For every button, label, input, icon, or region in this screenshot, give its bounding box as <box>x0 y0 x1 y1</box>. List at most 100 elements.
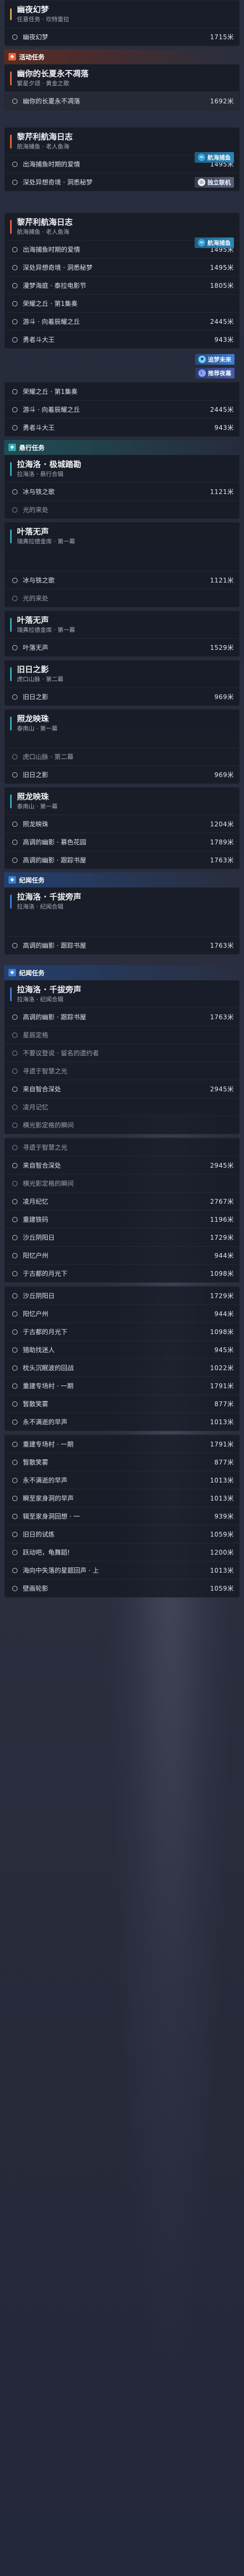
quest-panel-k[interactable]: 拉海洛 · 千拔旁声 拉海洛 · 纪闻合辑 高调的幽影 · 跟踪书屋 1763米 <box>4 887 240 955</box>
quest-step-row[interactable]: 光的来处 <box>5 589 239 607</box>
quest-step-row[interactable]: 永不满逝的早声 1013米 <box>5 1471 239 1489</box>
quest-step-row[interactable]: 壁画轮影 1059米 <box>5 1579 239 1597</box>
quest-panel-header[interactable]: 幽你的长夏永不凋落 繁星夕颂 · 黄金之歌 <box>5 65 239 92</box>
quest-step-row[interactable]: 瞬至家身洞的早声 1013米 <box>5 1489 239 1507</box>
quest-panel-i[interactable]: 照龙映珠 泰南山 · 第一幕 虎口山脉 · 第二幕 旧日之影 969米 <box>4 709 240 784</box>
quest-step-row[interactable]: 猎助找迷人 945米 <box>5 1340 239 1358</box>
quest-panel-m[interactable]: 寻遗于智慧之光 来自智合深处 2945米 横光影定格的瞬间 凌月纪忆 2767米… <box>4 1137 240 1283</box>
quest-step-row[interactable]: 寻遗于智慧之光 <box>5 1062 239 1080</box>
quest-step-row[interactable]: 横光影定格的瞬间 <box>5 1116 239 1134</box>
quest-step-row[interactable]: 来自智合深处 2945米 <box>5 1080 239 1098</box>
fishing-badge[interactable]: ≈ 航海捕鱼 <box>195 152 234 163</box>
quest-step-row[interactable]: 阳忆户州 944米 <box>5 1246 239 1264</box>
quest-step-row[interactable]: 寻遗于智慧之光 <box>5 1138 239 1156</box>
fishing-badge-label: 航海捕鱼 <box>207 240 231 246</box>
quest-step-row[interactable]: 旧日之影 969米 <box>5 765 239 783</box>
quest-step-row[interactable]: 重建专场村 · 一期 1791米 <box>5 1377 239 1395</box>
quest-panel-header[interactable]: 叶落无声 瑞弗拉德金库 · 第一幕 <box>5 523 239 550</box>
fishing-badge[interactable]: ≈ 航海捕鱼 <box>195 237 234 248</box>
step-label: 冰与铁之歌 <box>23 577 55 584</box>
quest-panel-header[interactable]: 照龙映珠 泰南山 · 第一幕 <box>5 710 239 737</box>
quest-panel-header[interactable]: 黎芹利航海日志 航海捕鱼 · 老人鱼海 ≈ 航海捕鱼 <box>5 213 239 248</box>
quest-step-row[interactable]: 暂散笑雾 877米 <box>5 1453 239 1471</box>
recommend-badge[interactable]: ☾ 推荐夜幕 <box>195 368 234 378</box>
quest-step-row[interactable]: 光的来处 <box>5 500 239 518</box>
quest-step-row[interactable]: 重建铁码 1196米 <box>5 1210 239 1228</box>
quest-step-row[interactable]: 星辰定格 <box>5 1026 239 1044</box>
quest-step-row[interactable]: 幽夜幻梦 1715米 <box>5 28 239 46</box>
step-circle-icon <box>12 1293 18 1299</box>
quest-panel-l[interactable]: 拉海洛 · 千拔旁声 拉海洛 · 纪闻合辑 高调的幽影 · 跟踪书屋 1763米… <box>4 980 240 1134</box>
quest-step-row[interactable]: 高调的幽影 · 慕色花园 1789米 <box>5 833 239 851</box>
step-label: 于古都的月光下 <box>23 1328 68 1336</box>
quest-step-row[interactable]: 阳忆户州 944米 <box>5 1304 239 1322</box>
quest-step-row[interactable]: 沙丘阴阳日 1729米 <box>5 1286 239 1304</box>
quest-step-row[interactable]: 海向中失落的星题回声 · 上 1013米 <box>5 1561 239 1579</box>
quest-step-row[interactable]: 凌月记忆 <box>5 1098 239 1116</box>
quest-panel-header[interactable]: 拉海洛 · 极城踏勘 拉海洛 · 悬行合辑 <box>5 455 239 482</box>
quest-step-row[interactable]: 勇者斗大王 943米 <box>5 418 239 436</box>
quest-step-row[interactable]: 旧日之影 969米 <box>5 687 239 705</box>
quest-subtitle: 泰南山 · 第一幕 <box>17 725 58 732</box>
quest-panel-f[interactable]: 叶落无声 瑞弗拉德金库 · 第一幕 冰与铁之歌 1121米 光的来处 <box>4 522 240 607</box>
quest-panel-a[interactable]: 幽你的长夏永不凋落 繁星夕颂 · 黄金之歌 幽你的长夏永不凋落 1692米 <box>4 64 240 110</box>
quest-step-row[interactable]: 跃动吧，龟舞蹈! 1200米 <box>5 1543 239 1561</box>
quest-panel-n[interactable]: 沙丘阴阳日 1729米 阳忆户州 944米 于古都的月光下 1098米 猎助找迷… <box>4 1286 240 1431</box>
dream-badge[interactable]: ★ 追梦未来 <box>195 354 234 365</box>
quest-panel-o[interactable]: 重建专场村 · 一期 1791米 暂散笑雾 877米 永不满逝的早声 1013米… <box>4 1434 240 1598</box>
quest-step-row[interactable]: 游斗 · 向着辰耀之丘 2445米 <box>5 400 239 418</box>
quest-panel-b[interactable]: 黎芹利航海日志 航海捕鱼 · 老人鱼海 ≈ 航海捕鱼 出海捕鱼时期的爱情 149… <box>4 127 240 191</box>
quest-step-row[interactable]: 沙丘阴阳日 1729米 <box>5 1228 239 1246</box>
quest-step-row[interactable]: 勇者斗大王 943米 <box>5 330 239 348</box>
quest-step-row[interactable]: 来自智合深处 2945米 <box>5 1156 239 1174</box>
step-label: 沙丘阴阳日 <box>23 1292 55 1300</box>
online-badge[interactable]: ◎ 独立联机 <box>195 177 234 188</box>
quest-step-row[interactable]: 高调的幽影 · 跟踪书屋 1763米 <box>5 1008 239 1026</box>
quest-step-row[interactable]: 冰与铁之歌 1121米 <box>5 571 239 589</box>
quest-step-row[interactable]: 不要议登说 · 留名的遗约者 <box>5 1044 239 1062</box>
online-icon: ◎ <box>198 178 205 186</box>
quest-title: 照龙映珠 <box>17 714 49 724</box>
quest-panel-h[interactable]: 旧日之影 虎口山脉 · 第二幕 旧日之影 969米 <box>4 660 240 706</box>
quest-step-row[interactable]: 高调的幽影 · 跟踪书屋 1763米 <box>5 936 239 954</box>
quest-step-row[interactable]: 暂散笑雾 877米 <box>5 1395 239 1413</box>
quest-panel-j[interactable]: 照龙映珠 泰南山 · 第一幕 照龙映珠 1204米 高调的幽影 · 慕色花园 1… <box>4 787 240 869</box>
quest-panel-header[interactable]: 旧日之影 虎口山脉 · 第二幕 <box>5 660 239 687</box>
step-circle-icon <box>12 283 18 288</box>
quest-step-row[interactable]: 高调的幽影 · 跟踪书屋 1763米 <box>5 851 239 869</box>
quest-step-row[interactable]: 永不满逝的早声 1013米 <box>5 1413 239 1431</box>
quest-panel-header[interactable]: 幽夜幻梦 任意任务 · 坎特雷拉 <box>5 1 239 28</box>
quest-step-row[interactable]: 于古都的月光下 1098米 <box>5 1322 239 1340</box>
quest-step-row[interactable]: 荣耀之丘 · 第1集奏 <box>5 294 239 312</box>
quest-step-row[interactable]: 漫梦海庭 · 泰拉电影节 1805米 <box>5 276 239 294</box>
quest-step-row[interactable]: 虎口山脉 · 第二幕 <box>5 747 239 765</box>
quest-step-row[interactable]: 荣耀之丘 · 第1集奏 <box>5 382 239 400</box>
quest-step-row[interactable]: 凌月纪忆 2767米 <box>5 1192 239 1210</box>
quest-step-row[interactable]: 叶落无声 1529米 <box>5 638 239 656</box>
quest-panel-c[interactable]: 黎芹利航海日志 航海捕鱼 · 老人鱼海 ≈ 航海捕鱼 出海捕鱼时期的爱情 149… <box>4 213 240 349</box>
quest-step-row[interactable]: 照龙映珠 1204米 <box>5 815 239 833</box>
quest-step-row[interactable]: 旧日的试炼 1059米 <box>5 1525 239 1543</box>
step-label: 深处异想奇境 · 洞悉秘梦 <box>23 264 93 271</box>
step-distance: 1013米 <box>210 1477 234 1484</box>
quest-step-row[interactable]: 于古都的月光下 1098米 <box>5 1264 239 1282</box>
quest-panel-d[interactable]: 荣耀之丘 · 第1集奏 游斗 · 向着辰耀之丘 2445米 勇者斗大王 943米 <box>4 382 240 437</box>
quest-step-row[interactable]: 深处异想奇境 · 洞悉秘梦 1495米 <box>5 258 239 276</box>
quest-step-row[interactable]: 重建专场村 · 一期 1791米 <box>5 1435 239 1453</box>
quest-step-row[interactable]: 枕头沉眠波的回战 1022米 <box>5 1358 239 1377</box>
quest-step-row[interactable]: 辑至家身洞回想 · 一 939米 <box>5 1507 239 1525</box>
quest-panel-header[interactable]: 照龙映珠 泰南山 · 第一幕 <box>5 788 239 815</box>
quest-panel-top[interactable]: 幽夜幻梦 任意任务 · 坎特雷拉 幽夜幻梦 1715米 <box>4 0 240 46</box>
quest-panel-g[interactable]: 叶落无声 瑞弗拉德金库 · 第一幕 叶落无声 1529米 <box>4 611 240 657</box>
quest-panel-header[interactable]: 拉海洛 · 千拔旁声 拉海洛 · 纪闻合辑 <box>5 981 239 1008</box>
quest-panel-header[interactable]: 黎芹利航海日志 航海捕鱼 · 老人鱼海 ≈ 航海捕鱼 <box>5 128 239 163</box>
quest-step-row[interactable]: 横光影定格的瞬间 <box>5 1174 239 1192</box>
quest-panel-header[interactable]: 拉海洛 · 千拔旁声 拉海洛 · 纪闻合辑 <box>5 888 239 915</box>
quest-panel-header[interactable]: 叶落无声 瑞弗拉德金库 · 第一幕 <box>5 611 239 638</box>
quest-step-row[interactable]: 冰与铁之歌 1121米 <box>5 482 239 500</box>
quest-step-row[interactable]: 游斗 · 向着辰耀之丘 2445米 <box>5 312 239 330</box>
quest-panel-e[interactable]: 拉海洛 · 极城踏勘 拉海洛 · 悬行合辑 冰与铁之歌 1121米 光的来处 <box>4 455 240 519</box>
quest-step-row[interactable]: 深处异想奇境 · 洞悉秘梦 ◎ 独立联机 <box>5 173 239 191</box>
step-circle-icon <box>12 301 18 306</box>
quest-step-row[interactable]: 幽你的长夏永不凋落 1692米 <box>5 92 239 110</box>
